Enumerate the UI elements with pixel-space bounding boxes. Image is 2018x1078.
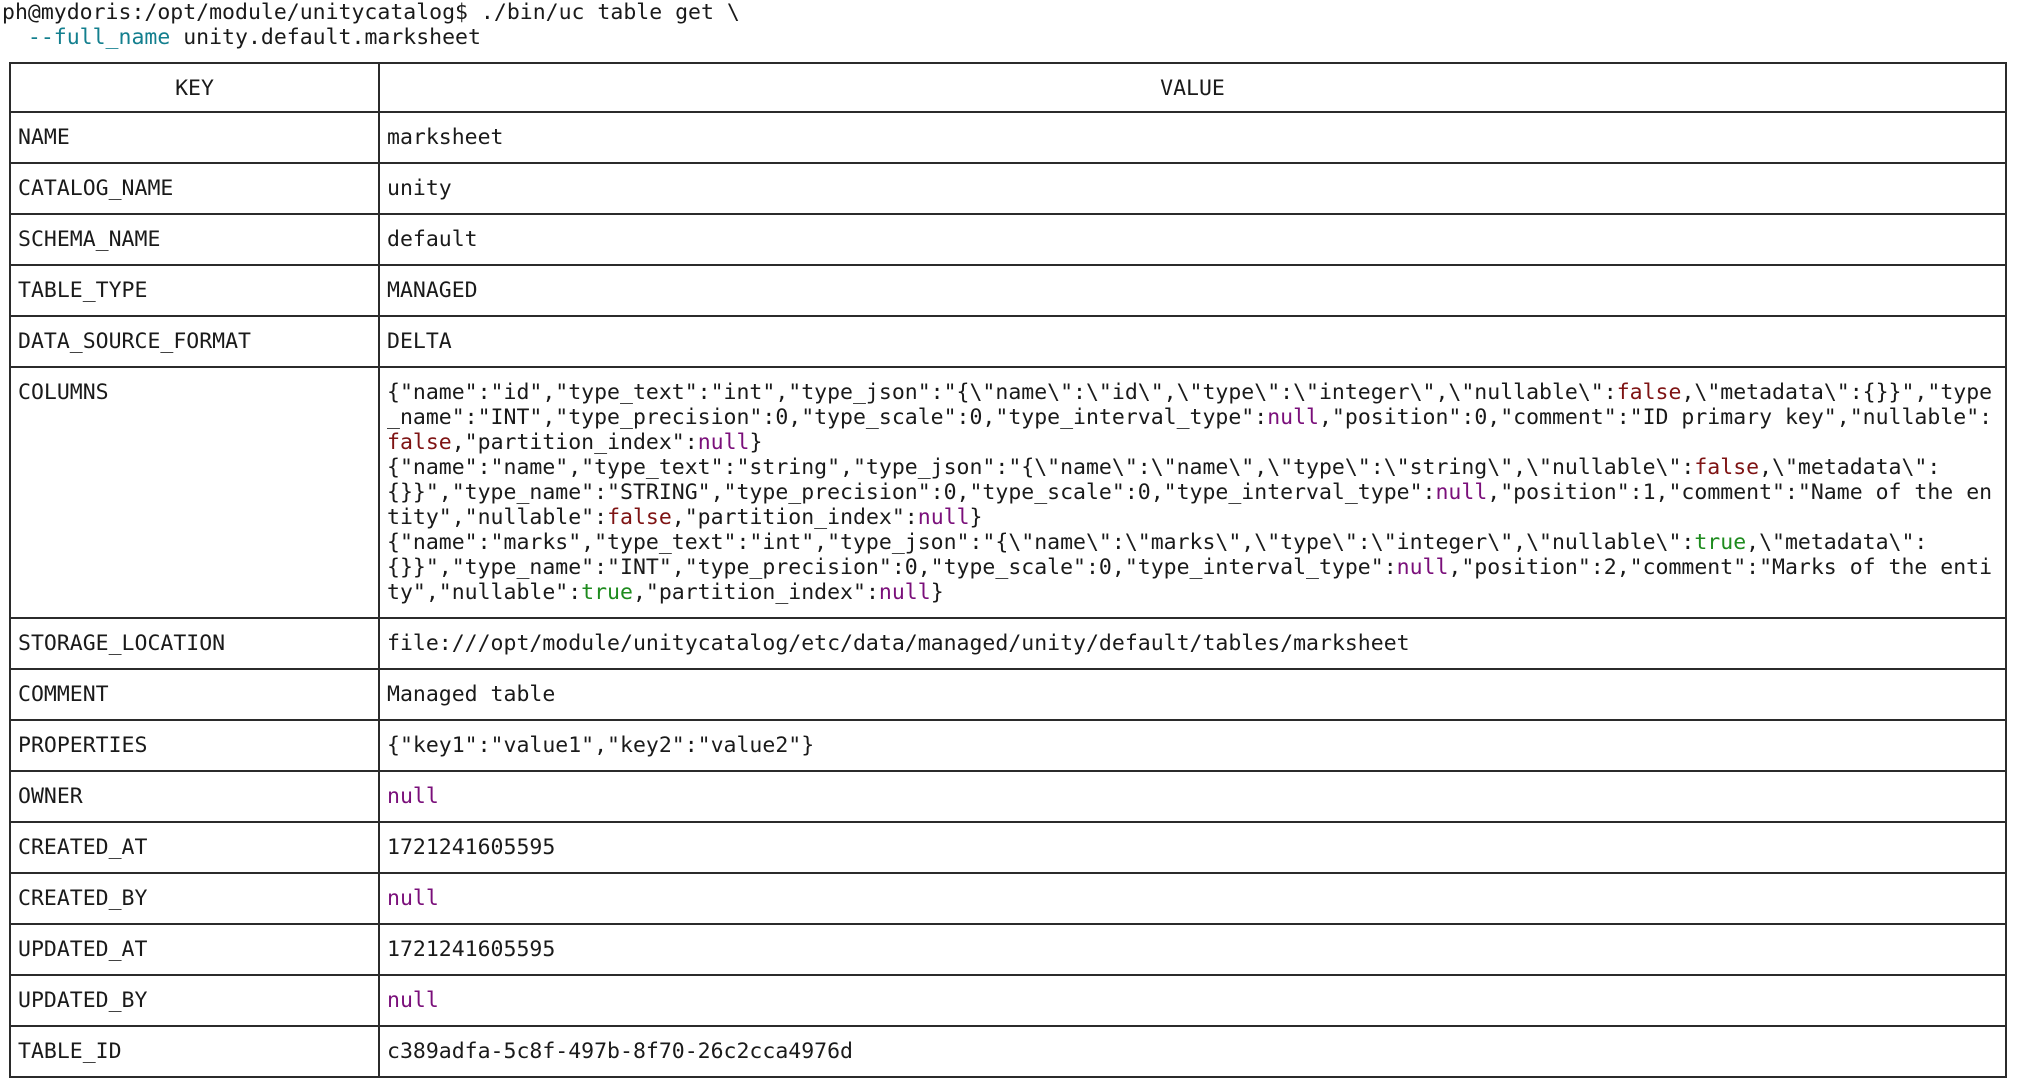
table-row: TABLE_TYPE MANAGED [9,264,2007,317]
row-key: STORAGE_LOCATION [9,617,380,670]
json-null-token: null [878,580,931,605]
row-key: CATALOG_NAME [9,162,380,215]
row-value: default [378,213,2007,266]
json-null-token: null [697,430,750,455]
json-null-token: null [917,505,970,530]
json-false-token: false [607,505,672,530]
table-header-row: KEY VALUE [9,62,2007,113]
row-key: TABLE_ID [9,1025,380,1078]
json-text: } [749,430,763,455]
table-row: TABLE_ID c389adfa-5c8f-497b-8f70-26c2cca… [9,1025,2007,1078]
row-key: DATA_SOURCE_FORMAT [9,315,380,368]
row-value: marksheet [378,111,2007,164]
table-row-columns: COLUMNS {"name":"id","type_text":"int","… [9,366,2007,619]
column-definition-line: {"name":"id","type_text":"int","type_jso… [387,380,1998,455]
row-key: TABLE_TYPE [9,264,380,317]
command-arg-indent [2,25,28,50]
row-key: COMMENT [9,668,380,721]
json-text: ,"partition_index": [671,505,918,530]
table-row: UPDATED_AT 1721241605595 [9,923,2007,976]
table-row: SCHEMA_NAME default [9,213,2007,266]
json-false-token: false [387,430,452,455]
json-null-token: null [1396,555,1449,580]
json-text: ,"partition_index": [451,430,698,455]
table-row: CREATED_BY null [9,872,2007,925]
table-row: STORAGE_LOCATION file:///opt/module/unit… [9,617,2007,670]
json-text: {"name":"marks","type_text":"int","type_… [387,530,1695,555]
json-text: ,"partition_index": [632,580,879,605]
row-key: UPDATED_AT [9,923,380,976]
column-definition-line: {"name":"name","type_text":"string","typ… [387,455,1998,530]
table-details: KEY VALUE NAME marksheet CATALOG_NAME un… [9,62,2007,1078]
table-row: DATA_SOURCE_FORMAT DELTA [9,315,2007,368]
value-column-header: VALUE [378,62,2007,113]
columns-json-value: {"name":"id","type_text":"int","type_jso… [378,366,2007,619]
row-value: file:///opt/module/unitycatalog/etc/data… [378,617,2007,670]
command-prompt-line: ph@mydoris:/opt/module/unitycatalog$ ./b… [2,0,740,25]
json-false-token: false [1616,380,1682,405]
row-value: DELTA [378,315,2007,368]
json-false-token: false [1694,455,1760,480]
table-row: CATALOG_NAME unity [9,162,2007,215]
row-value-null: null [378,770,2007,823]
json-text: } [969,505,983,530]
json-text: } [930,580,944,605]
json-true-token: true [1694,530,1747,555]
json-null-token: null [1267,405,1319,430]
table-row: NAME marksheet [9,111,2007,164]
command-flag: --full_name [27,25,171,50]
json-true-token: true [581,580,633,605]
row-value-null: null [378,872,2007,925]
table-row: COMMENT Managed table [9,668,2007,721]
row-value: c389adfa-5c8f-497b-8f70-26c2cca4976d [378,1025,2007,1078]
row-key: COLUMNS [9,366,380,619]
row-value: unity [378,162,2007,215]
column-definition-line: {"name":"marks","type_text":"int","type_… [387,530,1998,605]
row-value: Managed table [378,668,2007,721]
key-column-header: KEY [9,62,380,113]
json-text: {"name":"id","type_text":"int","type_jso… [387,380,1617,405]
row-value-null: null [378,974,2007,1027]
json-null-token: null [1435,480,1488,505]
row-key: UPDATED_BY [9,974,380,1027]
table-row: PROPERTIES {"key1":"value1","key2":"valu… [9,719,2007,772]
row-key: CREATED_BY [9,872,380,925]
row-value: 1721241605595 [378,923,2007,976]
command-arg-value: unity.default.marksheet [170,25,481,50]
row-key: OWNER [9,770,380,823]
table-row: CREATED_AT 1721241605595 [9,821,2007,874]
terminal-command: ph@mydoris:/opt/module/unitycatalog$ ./b… [2,0,740,50]
row-value: MANAGED [378,264,2007,317]
json-text: ,"position":0,"comment":"ID primary key"… [1318,405,1993,430]
row-key: CREATED_AT [9,821,380,874]
row-key: NAME [9,111,380,164]
row-key: SCHEMA_NAME [9,213,380,266]
row-key: PROPERTIES [9,719,380,772]
row-value: 1721241605595 [378,821,2007,874]
json-text: {"name":"name","type_text":"string","typ… [387,455,1695,480]
row-value: {"key1":"value1","key2":"value2"} [378,719,2007,772]
table-row: UPDATED_BY null [9,974,2007,1027]
table-row: OWNER null [9,770,2007,823]
